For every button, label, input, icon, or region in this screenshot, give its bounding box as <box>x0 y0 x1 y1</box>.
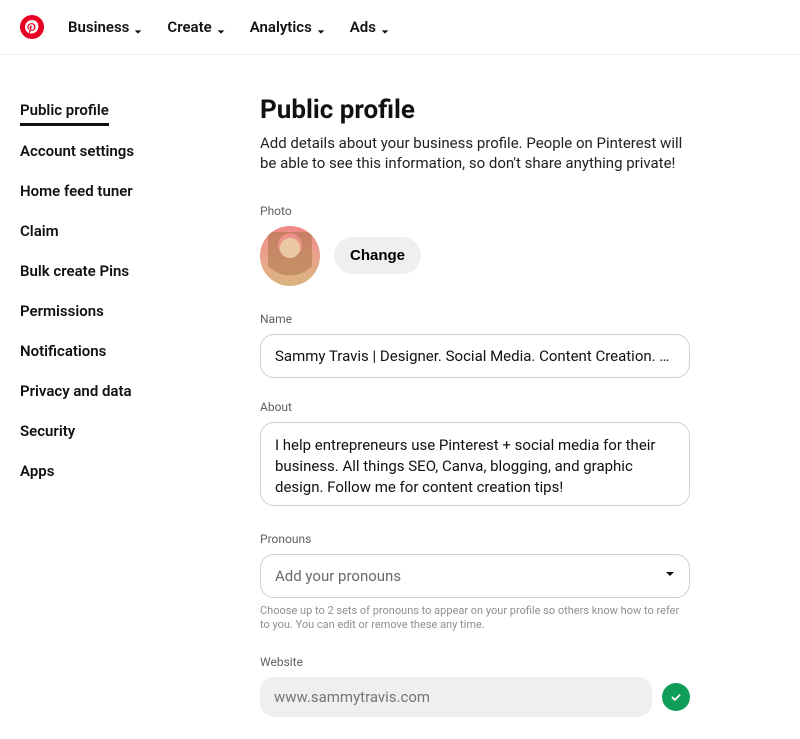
sidebar-item-account-settings[interactable]: Account settings <box>20 136 134 166</box>
website-input[interactable]: www.sammytravis.com <box>260 677 652 717</box>
pronouns-select[interactable]: Add your pronouns <box>260 554 690 598</box>
photo-label: Photo <box>260 204 690 218</box>
pronouns-label: Pronouns <box>260 532 690 546</box>
photo-section: Photo Change <box>260 204 690 286</box>
change-photo-button[interactable]: Change <box>334 237 421 274</box>
page-title: Public profile <box>260 95 690 125</box>
nav-label: Ads <box>350 18 376 36</box>
pronouns-help: Choose up to 2 sets of pronouns to appea… <box>260 604 690 634</box>
sidebar-item-privacy-and-data[interactable]: Privacy and data <box>20 376 132 406</box>
chevron-down-icon <box>133 23 143 33</box>
name-input[interactable] <box>260 334 690 378</box>
about-section: About <box>260 400 690 510</box>
nav-create[interactable]: Create <box>167 18 225 36</box>
sidebar-item-apps[interactable]: Apps <box>20 456 54 486</box>
nav-label: Analytics <box>250 18 312 36</box>
sidebar-item-claim[interactable]: Claim <box>20 216 59 246</box>
website-section: Website www.sammytravis.com <box>260 655 690 717</box>
sidebar-item-public-profile[interactable]: Public profile <box>20 95 109 126</box>
logo[interactable] <box>20 15 44 39</box>
nav-business[interactable]: Business <box>68 18 143 36</box>
chevron-down-icon <box>216 23 226 33</box>
nav-analytics[interactable]: Analytics <box>250 18 326 36</box>
pronouns-section: Pronouns Add your pronouns Choose up to … <box>260 532 690 634</box>
website-label: Website <box>260 655 690 669</box>
sidebar-item-notifications[interactable]: Notifications <box>20 336 106 366</box>
top-nav: Business Create Analytics Ads <box>0 0 800 55</box>
avatar <box>260 226 320 286</box>
name-section: Name <box>260 312 690 378</box>
chevron-down-icon <box>316 23 326 33</box>
about-textarea[interactable] <box>260 422 690 506</box>
sidebar-item-security[interactable]: Security <box>20 416 75 446</box>
name-label: Name <box>260 312 690 326</box>
page-description: Add details about your business profile.… <box>260 133 690 174</box>
verified-check-icon <box>662 683 690 711</box>
chevron-down-icon <box>380 23 390 33</box>
pinterest-logo-icon <box>20 15 44 39</box>
sidebar-item-home-feed-tuner[interactable]: Home feed tuner <box>20 176 133 206</box>
main-content: Public profile Add details about your bu… <box>260 95 690 739</box>
nav-label: Create <box>167 18 211 36</box>
sidebar-item-bulk-create-pins[interactable]: Bulk create Pins <box>20 256 129 286</box>
nav-ads[interactable]: Ads <box>350 18 390 36</box>
sidebar-item-permissions[interactable]: Permissions <box>20 296 104 326</box>
nav-label: Business <box>68 18 129 36</box>
settings-sidebar: Public profile Account settings Home fee… <box>20 95 200 739</box>
about-label: About <box>260 400 690 414</box>
